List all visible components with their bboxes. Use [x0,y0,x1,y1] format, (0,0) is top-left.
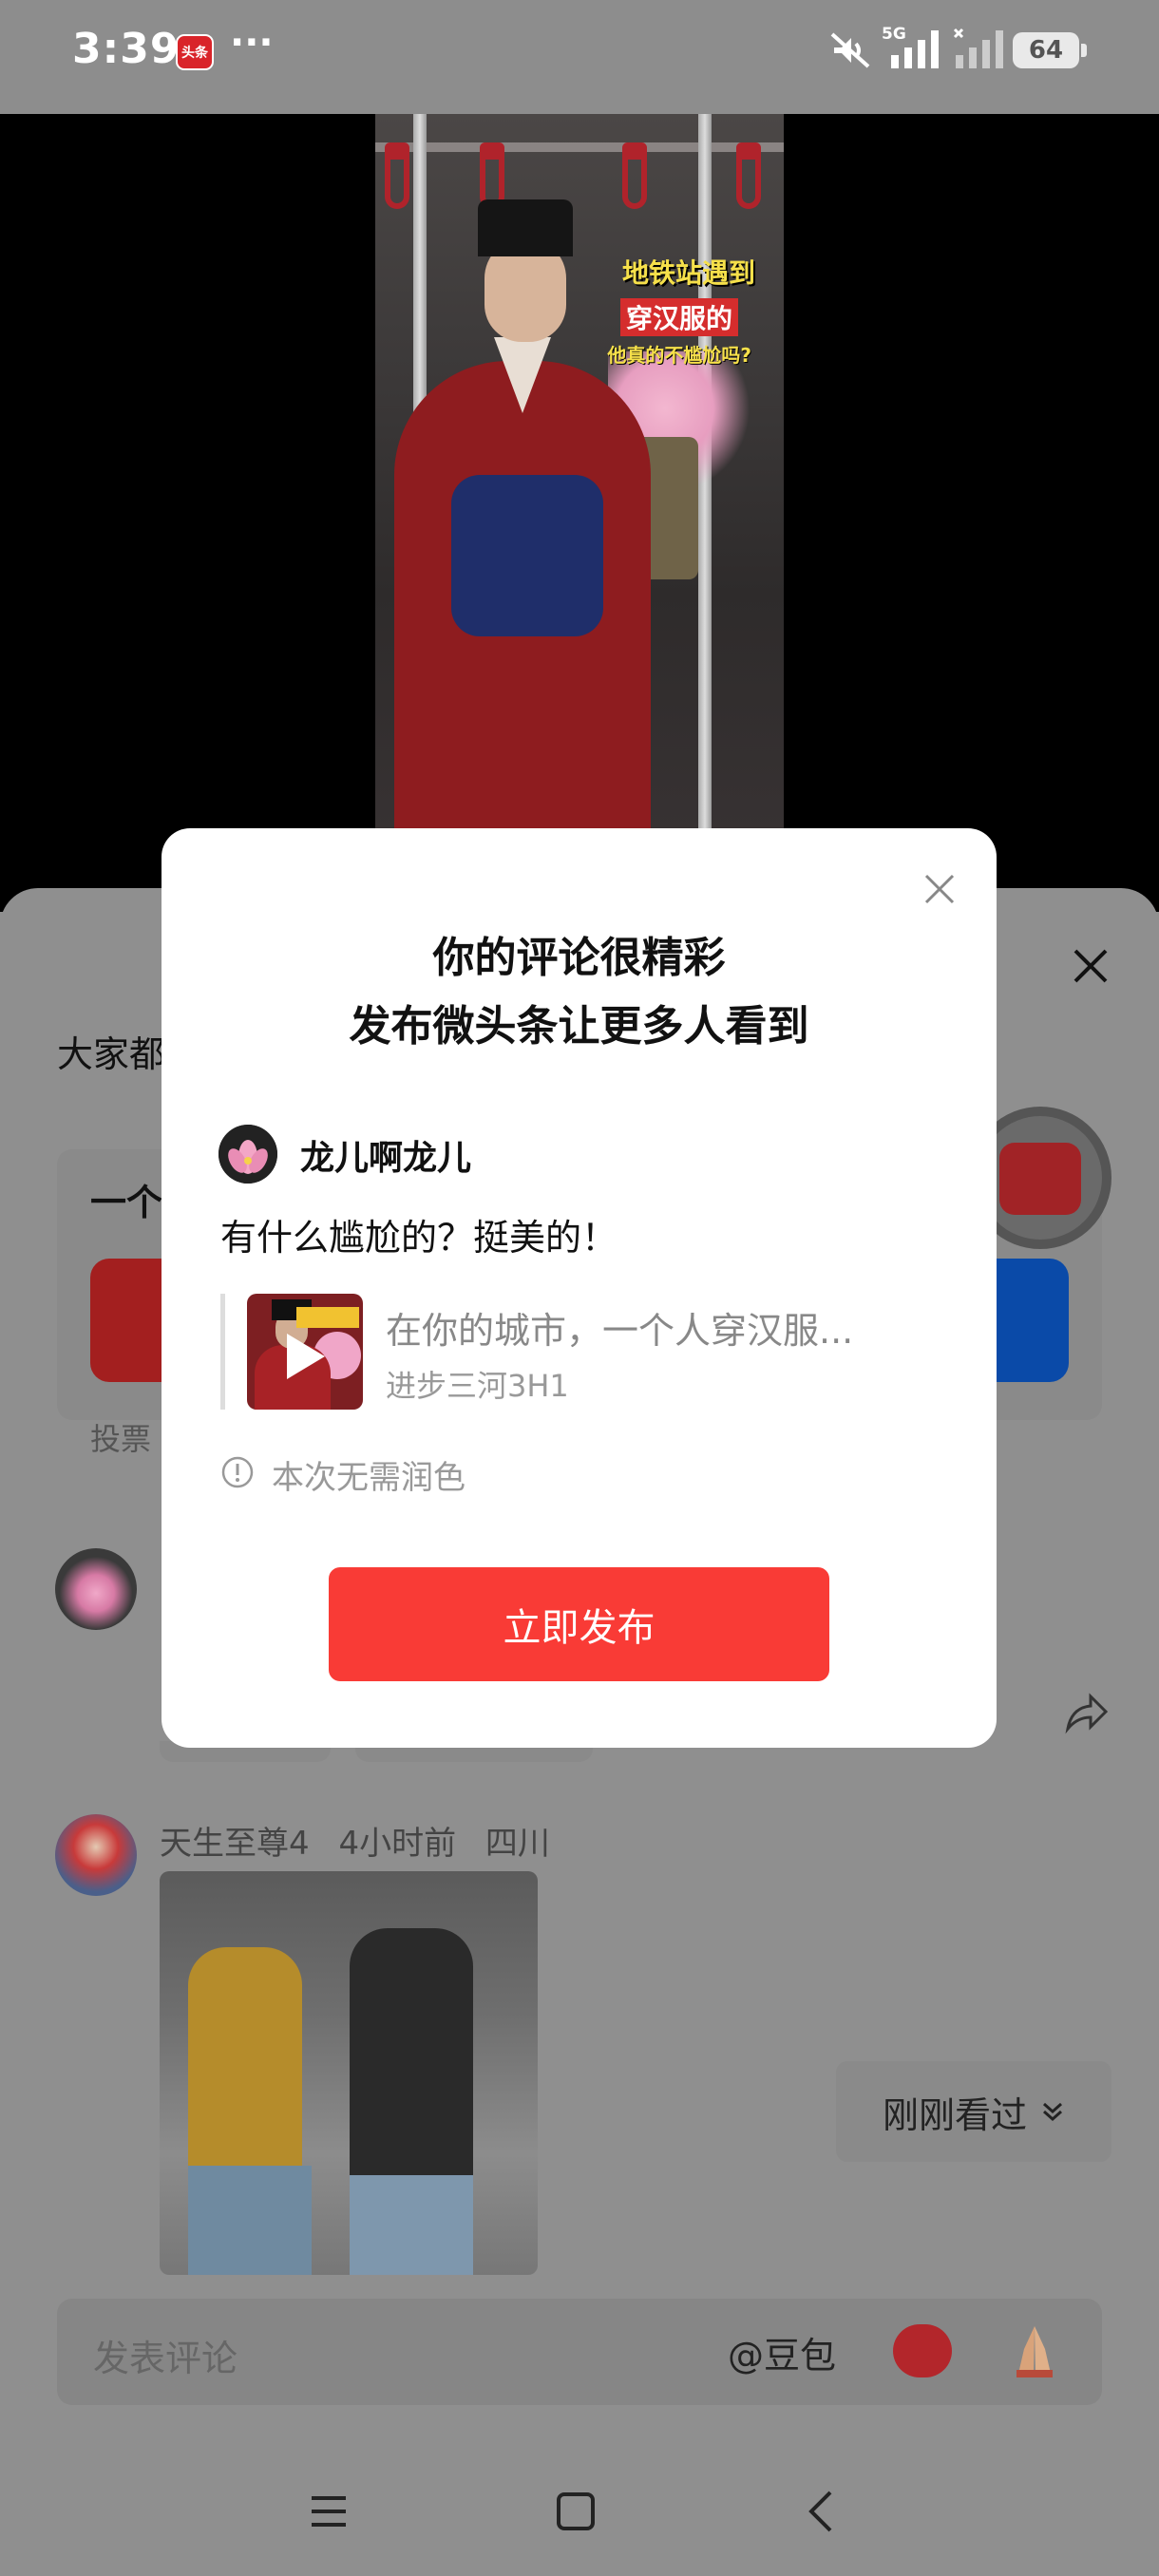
poll-label: 投票 [90,1421,152,1457]
shoulder-bag [451,475,603,636]
dialog-title: 你的评论很精彩 [432,934,726,982]
back-icon[interactable] [794,2483,851,2540]
comment-location: 四川 [484,1825,550,1863]
thumb-caption [296,1307,359,1328]
person-black [350,1928,473,2185]
quoted-video-author: 进步三河3H1 [386,1368,569,1404]
jeans [350,2175,473,2275]
jeans [188,2166,312,2275]
video-caption-line2: 穿汉服的 [619,298,738,336]
train-rail [375,142,784,152]
toutiao-app-badge: 头条 [176,34,214,70]
video-caption-line1: 地铁站遇到 [621,257,755,289]
avatar [218,1125,277,1184]
comment-input-placeholder: 发表评论 [93,2338,238,2379]
battery-indicator: 64 [1013,32,1087,68]
system-navigation-bar [0,2451,1159,2576]
train-pole [698,114,712,912]
comment-time: 4小时前 [338,1825,457,1863]
comment-text: 有什么尴尬的？挺美的！ [220,1217,618,1259]
black-hat [478,199,573,256]
signal-icon [891,30,939,68]
comment-video-thumbnail[interactable] [160,1871,538,2275]
publish-now-button[interactable]: 立即发布 [329,1567,829,1681]
quoted-video-thumbnail [247,1294,363,1410]
quoted-video-title: 在你的城市，一个人穿汉服... [386,1310,854,1352]
mention-doubao-button[interactable]: @豆包 [728,2326,836,2378]
mute-icon [830,32,870,68]
status-bar: 3:39 头条 ··· 5G 64 [0,0,1159,114]
person-yellow [188,1947,302,2185]
recently-viewed-label: 刚刚看过 [882,2093,1027,2136]
publish-dialog: 你的评论很精彩 发布微头条让更多人看到 龙儿啊龙儿 有什么尴尬的？挺美的！ 在你… [162,828,997,1748]
avatar[interactable] [55,1548,137,1630]
info-text: 本次无需润色 [272,1459,466,1497]
video-caption-line3: 他真的不尴尬吗? [607,344,751,367]
hand-strap [736,142,761,209]
hand-strap [622,142,647,209]
sheet-heading: 大家都 [57,1033,166,1075]
signal-secondary-icon [953,28,1003,68]
lotus-avatar-icon [218,1125,277,1184]
comment-meta: 天生至尊4 4小时前 四川 [160,1817,569,1864]
hand-strap [385,142,409,209]
video-frame: 地铁站遇到 穿汉服的 他真的不尴尬吗? [375,114,784,912]
play-icon [287,1334,325,1379]
angry-emoji-icon[interactable] [893,2324,952,2377]
pray-emoji-icon[interactable] [1005,2320,1064,2379]
close-icon[interactable] [1070,945,1112,987]
poll-title: 一个 [90,1182,163,1223]
username: 龙儿啊龙儿 [300,1139,472,1178]
quote-bar [220,1294,225,1410]
menu-icon[interactable] [300,2483,357,2540]
video-player[interactable]: 地铁站遇到 穿汉服的 他真的不尴尬吗? [0,114,1159,912]
home-icon[interactable] [547,2483,604,2540]
recently-viewed-button[interactable]: 刚刚看过 [836,2061,1112,2162]
comment-username[interactable]: 天生至尊4 [160,1825,310,1863]
share-icon[interactable] [1062,1691,1110,1734]
avatar[interactable] [55,1814,137,1896]
close-icon[interactable] [919,868,960,910]
clock: 3:39 [72,25,180,73]
chevron-down-icon [1043,2102,1062,2122]
info-icon [221,1456,254,1488]
dialog-subtitle: 发布微头条让更多人看到 [349,1002,809,1051]
more-notifications-icon: ··· [230,21,274,65]
